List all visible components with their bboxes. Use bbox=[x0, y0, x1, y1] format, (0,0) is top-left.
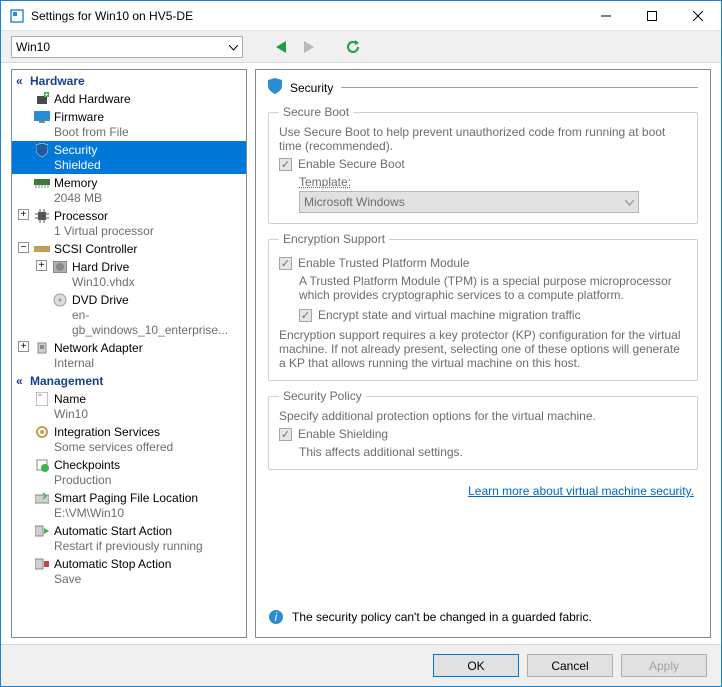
name-icon bbox=[34, 391, 50, 407]
minimize-button[interactable] bbox=[583, 1, 629, 30]
titlebar: Settings for Win10 on HV5-DE bbox=[1, 1, 721, 31]
tree-memory[interactable]: Memory 2048 MB bbox=[12, 174, 246, 207]
info-row: i The security policy can't be changed i… bbox=[268, 599, 698, 629]
tree-add-hardware[interactable]: Add Hardware bbox=[12, 90, 246, 108]
tree-scsi[interactable]: − SCSI Controller bbox=[12, 240, 246, 258]
cancel-button[interactable]: Cancel bbox=[527, 654, 613, 677]
enable-shielding-checkbox: ✓ bbox=[279, 428, 292, 441]
expand-icon[interactable]: + bbox=[18, 341, 29, 352]
affects-label: This affects additional settings. bbox=[279, 445, 687, 459]
tree-checkpoints[interactable]: Checkpoints Production bbox=[12, 456, 246, 489]
paging-icon bbox=[34, 490, 50, 506]
shield-icon bbox=[268, 78, 282, 97]
template-value: Microsoft Windows bbox=[304, 195, 405, 209]
template-dropdown: Microsoft Windows bbox=[299, 191, 639, 213]
close-button[interactable] bbox=[675, 1, 721, 30]
enable-shielding-label: Enable Shielding bbox=[298, 427, 388, 441]
encryption-legend: Encryption Support bbox=[279, 232, 389, 246]
add-hardware-icon bbox=[34, 91, 50, 107]
refresh-button[interactable] bbox=[343, 37, 363, 57]
svg-text:i: i bbox=[275, 610, 278, 624]
back-button[interactable] bbox=[271, 37, 291, 57]
maximize-button[interactable] bbox=[629, 1, 675, 30]
firmware-icon bbox=[34, 109, 50, 125]
tree-integration[interactable]: Integration Services Some services offer… bbox=[12, 423, 246, 456]
checkpoints-icon bbox=[34, 457, 50, 473]
enable-tpm-checkbox: ✓ bbox=[279, 257, 292, 270]
encrypt-traffic-label: Encrypt state and virtual machine migrat… bbox=[318, 308, 581, 322]
expand-icon[interactable]: + bbox=[36, 260, 47, 271]
enable-secure-boot-label: Enable Secure Boot bbox=[298, 157, 405, 171]
app-icon bbox=[9, 8, 25, 24]
processor-icon bbox=[34, 208, 50, 224]
policy-desc: Specify additional protection options fo… bbox=[279, 409, 687, 423]
hard-drive-icon bbox=[52, 259, 68, 275]
ok-button[interactable]: OK bbox=[433, 654, 519, 677]
tree-auto-stop[interactable]: Automatic Stop Action Save bbox=[12, 555, 246, 588]
forward-button[interactable] bbox=[299, 37, 319, 57]
footer: OK Cancel Apply bbox=[1, 644, 721, 686]
content-pane: Security Secure Boot Use Secure Boot to … bbox=[255, 69, 711, 638]
tree-auto-start[interactable]: Automatic Start Action Restart if previo… bbox=[12, 522, 246, 555]
tree-dvd-drive[interactable]: DVD Drive en-gb_windows_10_enterprise... bbox=[12, 291, 246, 339]
vm-select-value: Win10 bbox=[16, 40, 50, 54]
info-icon: i bbox=[268, 609, 284, 625]
tree-processor[interactable]: + Processor 1 Virtual processor bbox=[12, 207, 246, 240]
enable-tpm-label: Enable Trusted Platform Module bbox=[298, 256, 469, 270]
learn-more-link[interactable]: Learn more about virtual machine securit… bbox=[268, 484, 694, 498]
shield-icon bbox=[34, 142, 50, 158]
network-icon bbox=[34, 340, 50, 356]
body: «Hardware Add Hardware Firmware Boot fro… bbox=[1, 63, 721, 644]
security-policy-legend: Security Policy bbox=[279, 389, 366, 403]
window-title: Settings for Win10 on HV5-DE bbox=[31, 9, 583, 23]
tpm-desc: A Trusted Platform Module (TPM) is a spe… bbox=[279, 274, 687, 302]
content-title: Security bbox=[290, 81, 333, 95]
tree-security[interactable]: Security Shielded bbox=[12, 141, 246, 174]
tree-network[interactable]: + Network Adapter Internal bbox=[12, 339, 246, 372]
kp-desc: Encryption support requires a key protec… bbox=[279, 328, 687, 370]
secure-boot-desc: Use Secure Boot to help prevent unauthor… bbox=[279, 125, 687, 153]
secure-boot-legend: Secure Boot bbox=[279, 105, 353, 119]
dvd-icon bbox=[52, 292, 68, 308]
divider bbox=[341, 87, 698, 88]
settings-window: Settings for Win10 on HV5-DE Win10 «Hard… bbox=[0, 0, 722, 687]
auto-start-icon bbox=[34, 523, 50, 539]
security-policy-group: Security Policy Specify additional prote… bbox=[268, 389, 698, 470]
management-header: «Management bbox=[12, 372, 246, 390]
expand-icon[interactable]: + bbox=[18, 209, 29, 220]
vm-select[interactable]: Win10 bbox=[11, 36, 243, 58]
chevron-down-icon bbox=[625, 195, 634, 209]
apply-button: Apply bbox=[621, 654, 707, 677]
encrypt-traffic-checkbox: ✓ bbox=[299, 309, 312, 322]
toolbar: Win10 bbox=[1, 31, 721, 63]
memory-icon bbox=[34, 175, 50, 191]
info-message: The security policy can't be changed in … bbox=[292, 610, 592, 624]
encryption-group: Encryption Support ✓ Enable Trusted Plat… bbox=[268, 232, 698, 381]
chevron-down-icon bbox=[229, 40, 238, 54]
settings-tree[interactable]: «Hardware Add Hardware Firmware Boot fro… bbox=[11, 69, 247, 638]
auto-stop-icon bbox=[34, 556, 50, 572]
tree-firmware[interactable]: Firmware Boot from File bbox=[12, 108, 246, 141]
template-label: Template: bbox=[299, 175, 687, 189]
tree-paging[interactable]: Smart Paging File Location E:\VM\Win10 bbox=[12, 489, 246, 522]
tree-hard-drive[interactable]: + Hard Drive Win10.vhdx bbox=[12, 258, 246, 291]
hardware-header: «Hardware bbox=[12, 72, 246, 90]
secure-boot-group: Secure Boot Use Secure Boot to help prev… bbox=[268, 105, 698, 224]
collapse-icon[interactable]: − bbox=[18, 242, 29, 253]
integration-icon bbox=[34, 424, 50, 440]
enable-secure-boot-checkbox: ✓ bbox=[279, 158, 292, 171]
controller-icon bbox=[34, 241, 50, 257]
tree-name[interactable]: Name Win10 bbox=[12, 390, 246, 423]
